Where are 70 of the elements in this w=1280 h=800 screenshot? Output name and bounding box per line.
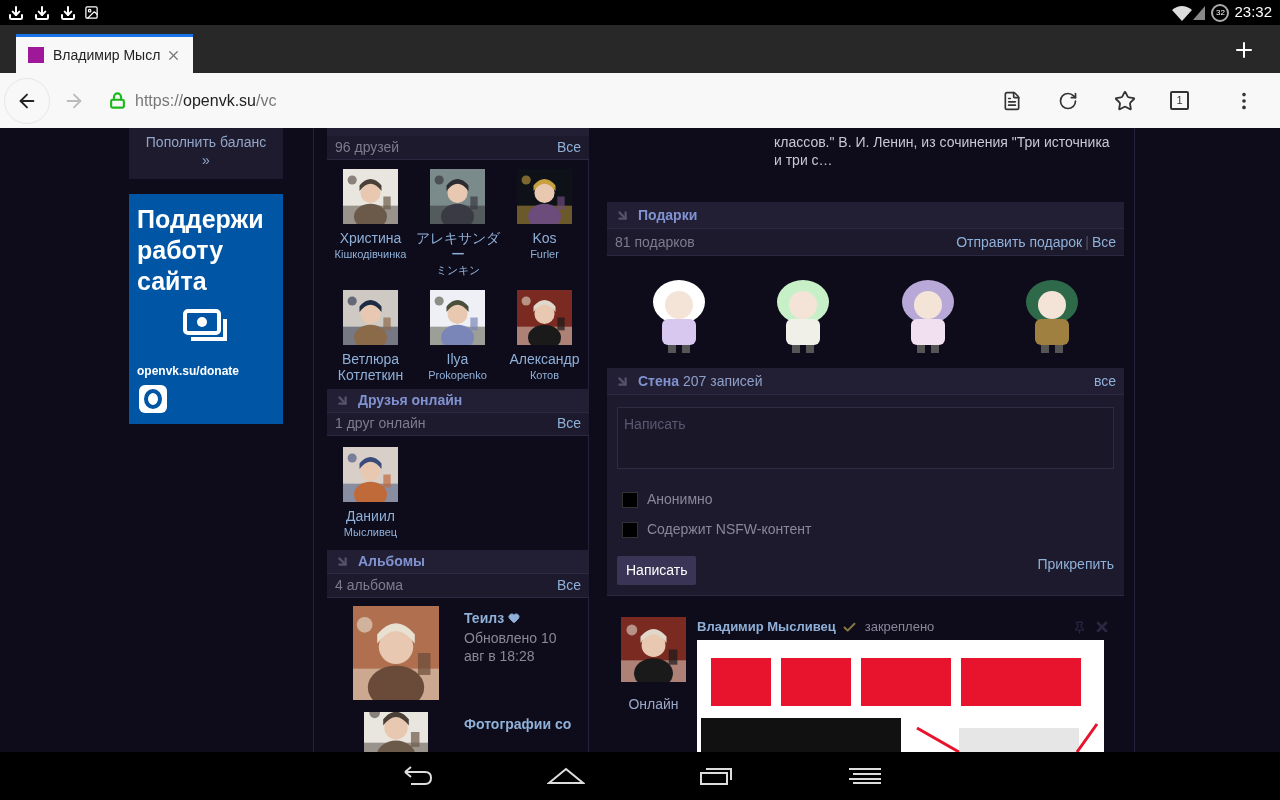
album-title[interactable]: Теилз: [464, 607, 505, 629]
battery-indicator: 32: [1211, 3, 1230, 22]
friend-subname: ミンキン: [435, 262, 480, 278]
balance-link[interactable]: Пополнить баланс »: [129, 128, 283, 179]
all-link[interactable]: Все: [556, 575, 581, 597]
friend-subname: Furler: [530, 246, 559, 262]
checkbox-label: Содержит NSFW-контент: [647, 520, 812, 539]
reader-icon[interactable]: [1002, 90, 1022, 111]
tab-count-button[interactable]: 1: [1170, 91, 1189, 110]
menu-icon[interactable]: [847, 767, 883, 785]
count-text: 4 альбома: [335, 576, 404, 596]
album-updated: Обновлено 10 авг в 18:28: [464, 628, 558, 665]
checkbox-label: Анонимно: [647, 490, 713, 509]
money-icon: [183, 309, 229, 343]
friend-subname: Котов: [529, 367, 560, 383]
friend-name[interactable]: Александр: [509, 350, 580, 367]
banner-url: openvk.su/donate: [137, 363, 241, 380]
url-field[interactable]: https://openvk.su/vc: [135, 88, 277, 113]
album-title[interactable]: Фотографии со: [464, 713, 572, 735]
friend-name[interactable]: Kos: [532, 229, 557, 246]
count-text: 96 друзей: [335, 137, 400, 157]
signal-icon: [1193, 5, 1206, 20]
section-title: Альбомы: [358, 552, 425, 572]
download-icon: [60, 4, 76, 21]
count-text: 1 друг онлайн: [335, 414, 426, 434]
lock-icon: [109, 92, 126, 109]
home-icon[interactable]: [547, 767, 585, 785]
friend-subname: Prokopenko: [428, 367, 487, 383]
send-gift-link[interactable]: Отправить подарок: [956, 231, 1083, 253]
friend-name[interactable]: Даниил: [346, 508, 395, 525]
favicon: [28, 47, 44, 63]
reload-icon[interactable]: [1058, 90, 1078, 111]
star-icon[interactable]: [1114, 89, 1136, 112]
donate-banner[interactable]: Поддержи работу сайта openvk.su/donate: [129, 194, 283, 424]
author-status: Онлайн: [628, 695, 679, 714]
post-field[interactable]: Написать: [617, 407, 1114, 469]
logo-icon: [139, 385, 167, 413]
wall-count: 207 записей: [683, 371, 763, 391]
tab-title: Владимир Мысл: [53, 45, 161, 65]
friend-name[interactable]: アレキサンダー: [414, 229, 501, 262]
checkbox[interactable]: [622, 491, 638, 508]
wifi-icon: [1172, 4, 1193, 21]
friend-name[interactable]: Христина: [339, 229, 402, 246]
download-icon: [34, 4, 50, 21]
all-link[interactable]: Все: [1091, 231, 1116, 253]
all-link[interactable]: все: [1093, 372, 1116, 389]
friend-name[interactable]: Ilya: [446, 350, 469, 367]
banner-title: Поддержи работу сайта: [137, 204, 265, 297]
pinned-label: закреплено: [864, 618, 935, 637]
separator: |: [1085, 232, 1089, 252]
section-title: Друзья онлайн: [358, 390, 463, 410]
post-author[interactable]: Владимир Мысливец: [697, 617, 836, 637]
section-title: Стена: [638, 371, 679, 391]
heart-icon: [508, 612, 521, 625]
friend-subname: Мысливец: [343, 525, 398, 541]
all-link[interactable]: Все: [556, 413, 581, 435]
friend-name[interactable]: Ветлюра Котлеткин: [327, 350, 414, 383]
download-icon: [8, 4, 24, 21]
browser-tab[interactable]: Владимир Мысл: [16, 34, 193, 73]
attach-link[interactable]: Прикрепить: [1037, 554, 1114, 575]
profile-quote: классов." В. И. Ленин, из сочинения "Три источника и три с…: [774, 133, 1111, 169]
all-link[interactable]: Все: [556, 136, 581, 158]
checkbox[interactable]: [622, 521, 638, 538]
submit-button[interactable]: Написать: [617, 556, 697, 585]
friend-subname: Кішкодівчинка: [334, 246, 407, 262]
clock: 23:32: [1234, 2, 1272, 23]
count-text: 81 подарков: [615, 232, 695, 252]
image-icon: [84, 5, 99, 20]
recents-icon[interactable]: [699, 766, 733, 786]
section-title: Подарки: [638, 205, 698, 225]
